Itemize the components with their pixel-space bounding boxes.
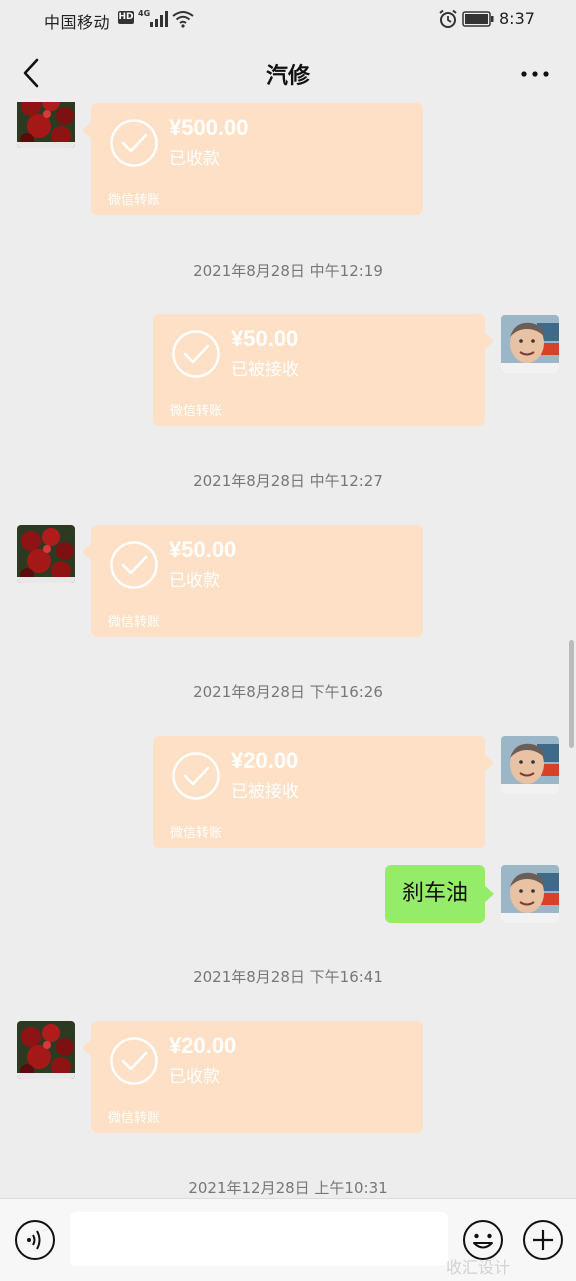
transfer-status: 已收款 [169, 571, 220, 591]
check-circle-icon [172, 330, 220, 378]
plus-icon [523, 1220, 563, 1260]
svg-text:4G: 4G [138, 9, 150, 18]
hd-badge: HD [118, 11, 134, 24]
check-circle-icon [110, 1037, 158, 1085]
chat-header: 汽修 [0, 44, 576, 102]
transfer-status: 已收款 [169, 1067, 220, 1087]
voice-icon [15, 1220, 55, 1260]
more-functions-button[interactable] [522, 1219, 564, 1261]
contact-avatar[interactable] [17, 1021, 75, 1079]
transfer-amount: ¥500.00 [169, 115, 249, 140]
transfer-card[interactable]: ¥20.00 已被接收 微信转账 [153, 736, 494, 848]
battery-icon [462, 11, 494, 31]
carrier-name: 中国移动 [44, 13, 111, 32]
contact-avatar[interactable] [17, 102, 75, 148]
alarm-icon [438, 9, 458, 33]
wifi-icon [172, 10, 194, 32]
watermark: 收汇设计 [446, 1258, 511, 1277]
scrollbar[interactable] [569, 640, 574, 748]
transfer-amount: ¥20.00 [169, 1033, 237, 1058]
timestamp: 2021年8月28日 下午16:26 [193, 683, 383, 701]
status-bar: 中国移动 HD 4G 8:37 [0, 0, 576, 40]
timestamp: 2021年8月28日 中午12:19 [193, 262, 383, 280]
transfer-label: 微信转账 [108, 1111, 161, 1126]
timestamp: 2021年12月28日 上午10:31 [188, 1179, 388, 1197]
transfer-card[interactable]: ¥50.00 已被接收 微信转账 [153, 314, 494, 426]
transfer-amount: ¥50.00 [231, 326, 299, 351]
transfer-amount: ¥20.00 [231, 748, 299, 773]
voice-input-button[interactable] [14, 1219, 56, 1261]
chat-title: 汽修 [265, 64, 310, 89]
transfer-status: 已被接收 [231, 360, 299, 380]
more-dots-icon [521, 71, 549, 77]
transfer-label: 微信转账 [170, 826, 223, 841]
text-message-bubble[interactable]: 刹车油 [384, 865, 495, 923]
message-input[interactable] [70, 1212, 448, 1266]
contact-avatar[interactable] [17, 525, 75, 583]
more-options-button[interactable] [516, 62, 556, 86]
timestamp: 2021年8月28日 下午16:41 [193, 968, 383, 986]
clock-time: 8:37 [499, 9, 535, 28]
my-avatar[interactable] [501, 865, 559, 923]
message-list[interactable]: ¥500.00 已收款 微信转账 2021年8月28日 中午12:19 ¥50.… [0, 102, 576, 1198]
transfer-amount: ¥50.00 [169, 537, 237, 562]
transfer-status: 已收款 [169, 149, 220, 169]
transfer-label: 微信转账 [170, 404, 223, 419]
my-avatar[interactable] [501, 736, 559, 794]
transfer-status: 已被接收 [231, 782, 299, 802]
check-circle-icon [172, 752, 220, 800]
timestamp: 2021年8月28日 中午12:27 [193, 472, 383, 490]
transfer-label: 微信转账 [108, 193, 161, 208]
check-circle-icon [110, 541, 158, 589]
check-circle-icon [110, 119, 158, 167]
transfer-card[interactable]: ¥50.00 已收款 微信转账 [82, 525, 423, 637]
transfer-card[interactable]: ¥20.00 已收款 微信转账 [82, 1021, 423, 1133]
cellular-signal-icon: 4G [138, 8, 168, 30]
transfer-label: 微信转账 [108, 615, 161, 630]
transfer-card[interactable]: ¥500.00 已收款 微信转账 [82, 103, 423, 215]
my-avatar[interactable] [501, 315, 559, 373]
